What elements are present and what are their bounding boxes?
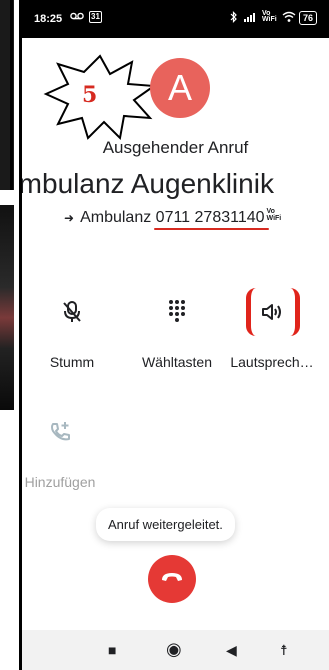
dialpad-icon <box>157 292 197 332</box>
phone-number: 0711 27831140 <box>155 209 265 226</box>
square-icon[interactable]: ■ <box>108 642 116 658</box>
number-label: Ambulanz <box>80 209 152 226</box>
mic-off-icon <box>52 292 92 332</box>
hang-up-icon <box>160 570 184 588</box>
background-bleed-middle <box>0 205 14 410</box>
speaker-icon <box>252 292 292 332</box>
status-time: 18:25 <box>34 13 63 25</box>
background-bleed-bottom <box>0 410 14 670</box>
calendar-31-icon: 31 <box>89 11 102 23</box>
voicemail-icon <box>70 11 84 24</box>
wifi-icon <box>282 11 296 25</box>
phone-screen: 18:25 31 Vo WiFi 76 5 A Ausgehender Anruf… <box>19 0 329 670</box>
add-call-icon <box>40 412 80 452</box>
mute-label: Stumm <box>49 354 95 370</box>
background-line <box>10 0 13 190</box>
vowifi-icon: Vo WiFi <box>262 10 277 23</box>
vowifi-badge-icon: Vo WiFi <box>266 208 282 222</box>
keypad-label: Wähltasten <box>141 354 213 370</box>
speaker-label: Lautsprech… <box>230 354 314 370</box>
annotation-starburst <box>43 54 157 141</box>
toast-message: Anruf weitergeleitet. <box>96 508 235 541</box>
annotation-step-number: 5 <box>82 82 98 108</box>
add-call-button[interactable]: Hinzufügen <box>22 412 110 490</box>
circle-icon[interactable]: ◉ <box>166 639 182 660</box>
mute-button[interactable]: Stumm <box>32 292 112 370</box>
keypad-button[interactable]: Wähltasten <box>127 292 227 370</box>
add-call-label: Hinzufügen <box>24 474 96 490</box>
avatar: A <box>150 58 210 118</box>
status-bar: 18:25 31 Vo WiFi 76 <box>22 0 329 38</box>
end-call-button[interactable] <box>148 555 196 603</box>
accessibility-icon[interactable]: ☨ <box>280 642 288 659</box>
navigation-bar: ■ ◉ ◀ ☨ <box>22 630 329 670</box>
signal-icon <box>244 11 258 25</box>
outgoing-arrow-icon: ➜ <box>64 211 75 225</box>
triangle-back-icon[interactable]: ◀ <box>226 642 237 659</box>
speaker-button[interactable]: Lautsprech… <box>217 292 327 370</box>
bluetooth-icon <box>230 11 238 26</box>
contact-name: Ambulanz Augenklinik <box>19 168 274 199</box>
call-number-row: ➜ Ambulanz 0711 27831140 Vo WiFi <box>64 208 281 227</box>
battery-indicator: 76 <box>298 11 317 25</box>
call-status: Ausgehender Anruf <box>102 138 249 157</box>
